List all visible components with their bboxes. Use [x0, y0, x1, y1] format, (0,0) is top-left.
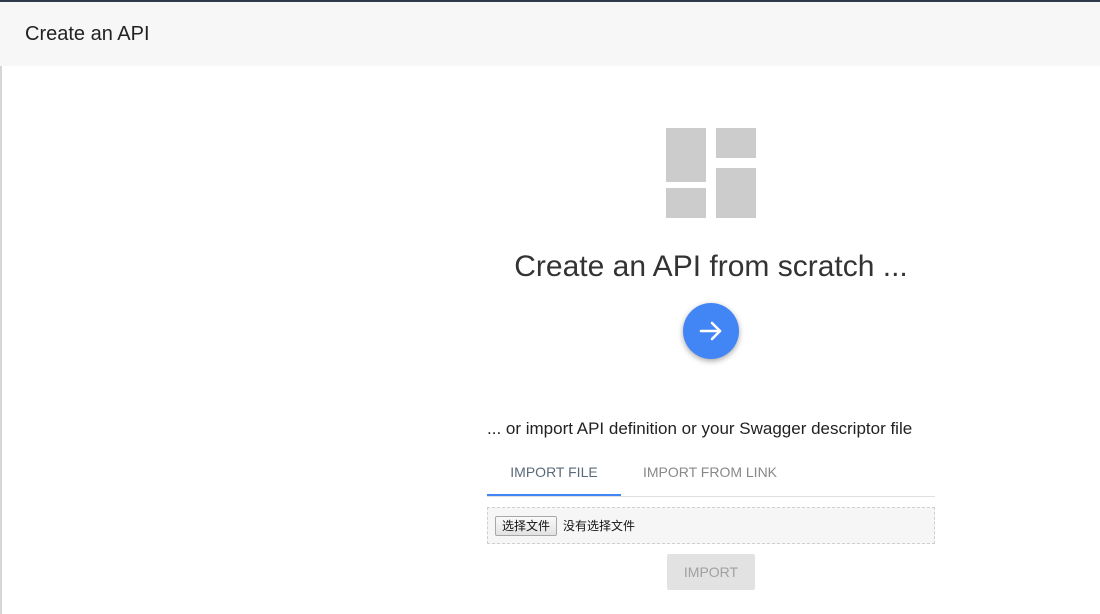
tab-import-file[interactable]: IMPORT FILE: [487, 449, 621, 496]
create-api-button[interactable]: [683, 303, 739, 359]
file-drop-zone[interactable]: 选择文件 没有选择文件: [487, 507, 935, 544]
page-title: Create an API: [25, 23, 150, 45]
arrow-right-icon: [699, 321, 722, 341]
import-button[interactable]: IMPORT: [667, 554, 755, 590]
page-header: Create an API: [0, 2, 1100, 66]
api-blocks-icon: [666, 128, 756, 218]
create-from-scratch-title: Create an API from scratch ...: [514, 250, 908, 283]
tab-import-from-link[interactable]: IMPORT FROM LINK: [621, 449, 799, 495]
import-heading: ... or import API definition or your Swa…: [487, 419, 913, 438]
import-tabs: IMPORT FILE IMPORT FROM LINK: [487, 449, 935, 497]
choose-file-button[interactable]: 选择文件: [495, 516, 558, 536]
file-status-text: 没有选择文件: [563, 519, 636, 533]
left-divider: [0, 66, 2, 614]
